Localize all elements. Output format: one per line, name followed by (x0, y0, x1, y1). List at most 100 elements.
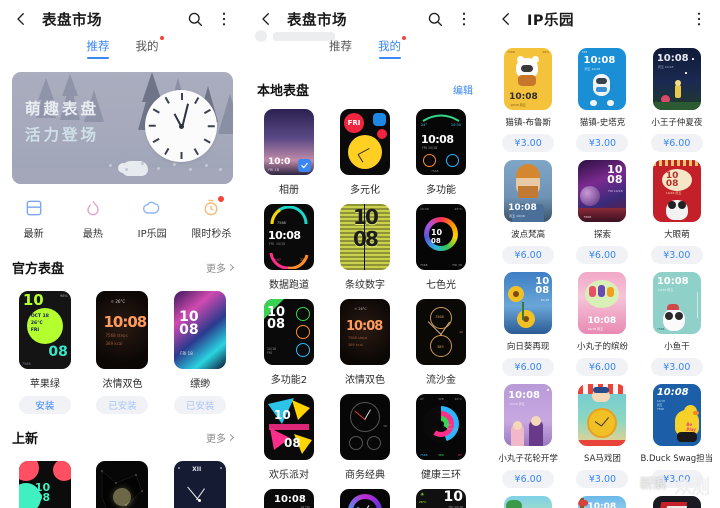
tab-mine-label: 我的 (378, 39, 401, 53)
watchface-name: B.Duck Swag担当 (640, 454, 714, 464)
watchface-name: 数据跑道 (268, 280, 309, 291)
tab-mine-badge-dot (159, 36, 164, 40)
watchface-card[interactable]: XII 10:08FRI 18 探索未来 ¥3.00 (161, 455, 239, 508)
watchface-card[interactable]: 7568 10:08 FRI 10/18 ♥ 97 328 数据跑道 (251, 198, 327, 293)
watchface-card[interactable]: 10 08 10/18 周五 大眼萌 ¥3.00 (640, 154, 714, 266)
watchface-name: 流沙金 (425, 375, 456, 386)
back-arrow-icon[interactable] (12, 10, 30, 28)
watchface-card[interactable]: 10:08 18 FRI 7568 328 97 (251, 483, 327, 508)
panel-ip-park: IP乐园 7568 98% 10:08 10/18 周五 猫镇-布鲁斯 ¥3.0… (485, 0, 720, 508)
watchface-card[interactable]: 10:0 FRI 18 相册 (251, 103, 327, 198)
category-flash-sale[interactable]: 限时秒杀 (182, 196, 241, 240)
price-label: ¥6.00 (514, 249, 542, 261)
search-icon[interactable] (186, 10, 204, 28)
watchface-thumb: 10 08 10/18 (504, 272, 553, 334)
installed-button[interactable]: 已安装 (174, 396, 227, 414)
watchface-thumb (578, 384, 627, 446)
tab-mine[interactable]: 我的 (378, 36, 406, 59)
price-label: ¥6.00 (514, 361, 542, 373)
watchface-card[interactable]: 10:08 FRI 10/18 (565, 490, 639, 508)
tab-mine-label: 我的 (135, 39, 159, 53)
price-button[interactable]: ¥3.00 (502, 134, 555, 152)
watchface-thumb: 10:08 周五 10/18 (652, 48, 701, 110)
category-ip-park[interactable]: IP乐园 (123, 198, 182, 240)
price-label: ¥6.00 (588, 361, 617, 373)
more-vertical-icon[interactable] (455, 10, 473, 28)
price-label: ¥3.00 (663, 249, 691, 261)
watchface-card[interactable]: 10 08 条纹数字 (327, 198, 403, 293)
price-button[interactable]: ¥3.00 (650, 358, 703, 376)
watchface-card[interactable]: 1008 FRI 18 分解 ¥3.00 (6, 455, 84, 508)
back-arrow-icon[interactable] (257, 10, 275, 28)
watchface-card[interactable]: ☼ 26°C 10:08 7568 steps 389 kcal 浓情双色 已安… (84, 285, 162, 416)
watchface-card[interactable] (640, 490, 714, 508)
price-button[interactable]: ¥6.00 (650, 134, 703, 152)
watchface-thumb: 10:08 周五 10/18 (504, 160, 553, 222)
panel3-topbar: IP乐园 (485, 0, 720, 38)
watchface-card[interactable]: 10:08 10/18 周五 小丸子的缤纷 ¥6.00 (565, 266, 639, 378)
section-official-more-label: 更多 (206, 264, 226, 275)
category-hottest[interactable]: 最热 (63, 198, 122, 240)
watchface-card[interactable]: 24° 10:30 10:08 FRI 10/18 7568 多功能 (403, 103, 479, 198)
more-vertical-icon[interactable] (690, 10, 708, 28)
watchface-name: 大眼萌 (664, 230, 690, 240)
watchface-card[interactable]: 10 08 欢乐派对 (251, 388, 327, 483)
price-button[interactable]: ¥6.00 (576, 246, 629, 264)
watchface-card[interactable]: ☼ 26°C 10:08 7568 steps 389 kcal 浓情双色 (327, 293, 403, 388)
watchface-card[interactable]: 10:08 10/18 周五 7568 Be Play B.Duck Swag担当 ¥… (640, 378, 714, 490)
page-title: 表盘市场 (287, 12, 347, 29)
watchface-card[interactable]: SA马戏团 ¥3.00 (565, 378, 639, 490)
watchface-card[interactable]: 18 FRI 7568 (327, 483, 403, 508)
watchface-card[interactable]: 10 98% OCT 18 26°C FRI 08 7568 苹果绿 安装 (6, 285, 84, 416)
watchface-card[interactable]: 10:08 周五 10/18 小王子仲夏夜 ¥6.00 (640, 42, 714, 154)
watchface-card[interactable]: 10:08 10/18 周五 小丸子花轮开学 ¥6.00 (491, 378, 565, 490)
price-button[interactable]: ¥6.00 (502, 358, 555, 376)
tab-recommend[interactable]: 推荐 (329, 38, 352, 59)
price-button[interactable]: ¥6.00 (576, 358, 629, 376)
edit-button-label: 编辑 (453, 86, 473, 97)
section-official-title: 官方表盘 (12, 262, 65, 277)
price-button[interactable]: ¥3.00 (650, 246, 703, 264)
price-label: ¥6.00 (588, 249, 617, 261)
price-button[interactable]: ¥3.00 (576, 470, 629, 488)
watchface-card[interactable]: 10 08 FRI 18 缥缈 已安装 (161, 285, 239, 416)
watchface-thumb: 7568 389 12 (415, 299, 466, 365)
watchface-card[interactable]: 10:08 周五 10/18 波点梵高 ¥6.00 (491, 154, 565, 266)
more-vertical-icon[interactable] (215, 10, 233, 28)
category-latest[interactable]: 最新 (4, 198, 63, 240)
watchface-card[interactable]: 10 08 10:30 26°C 7568 FRI 18 七色光 (403, 198, 479, 293)
watchface-card[interactable]: 97 328 26°C FRI OCT 18 7568 389 97 健康三环 (403, 388, 479, 483)
back-arrow-icon[interactable] (497, 10, 515, 28)
watchface-thumb: 10:08 10/18 周五 (504, 384, 553, 446)
watchface-card[interactable]: 7568 98% 10:08 10/18 周五 猫镇-布鲁斯 ¥3.00 (491, 42, 565, 154)
watchface-card[interactable]: 7568 389 12 流沙金 (403, 293, 479, 388)
price-button[interactable]: ¥3.00 (650, 470, 703, 488)
watchface-name: 小王子仲夏夜 (651, 118, 703, 128)
installed-button[interactable]: 已安装 (96, 396, 149, 414)
tab-recommend[interactable]: 推荐 (87, 38, 110, 59)
install-button[interactable]: 安装 (18, 396, 71, 414)
watchface-card[interactable]: 328 10:08 周五 10/18 猫镇-史塔克 ¥3.00 (565, 42, 639, 154)
watchface-thumb (96, 461, 149, 508)
watchface-card[interactable]: 星轨 ¥3.00 (84, 455, 162, 508)
price-label: ¥3.00 (663, 473, 691, 485)
watchface-card[interactable]: 10 ☀ 26°C FRI 10/18 08 AM 328 389 ↯ 7568 (403, 483, 479, 508)
promo-banner[interactable]: 萌趣表盘 活力登场 (12, 72, 233, 184)
watchface-card[interactable] (491, 490, 565, 508)
watchface-card[interactable]: 10:08 10/18 周五 7568 小鱼干 ¥3.00 (640, 266, 714, 378)
price-button[interactable]: ¥6.00 (502, 246, 555, 264)
watchface-card[interactable]: 10 08 FRI 10/18 7568 探索 ¥6.00 (565, 154, 639, 266)
watchface-card[interactable]: 18 商务经典 (327, 388, 403, 483)
watchface-card[interactable]: 10 08 10/18 向日葵再现 ¥6.00 (491, 266, 565, 378)
tab-mine[interactable]: 我的 (135, 36, 164, 59)
edit-button[interactable]: 编辑 (453, 82, 473, 97)
section-new-more[interactable]: 更多 (206, 430, 235, 445)
price-button[interactable]: ¥6.00 (502, 470, 555, 488)
section-official-more[interactable]: 更多 (206, 260, 235, 275)
watchface-card[interactable]: 10 08 10/18 FRI 多功能2 (251, 293, 327, 388)
section-new-more-label: 更多 (206, 434, 226, 445)
watchface-card[interactable]: FRI 多元化 (327, 103, 403, 198)
price-button[interactable]: ¥3.00 (576, 134, 629, 152)
watchface-thumb: 10 08 10:30 26°C 7568 FRI 18 (415, 204, 466, 270)
search-icon[interactable] (426, 10, 444, 28)
